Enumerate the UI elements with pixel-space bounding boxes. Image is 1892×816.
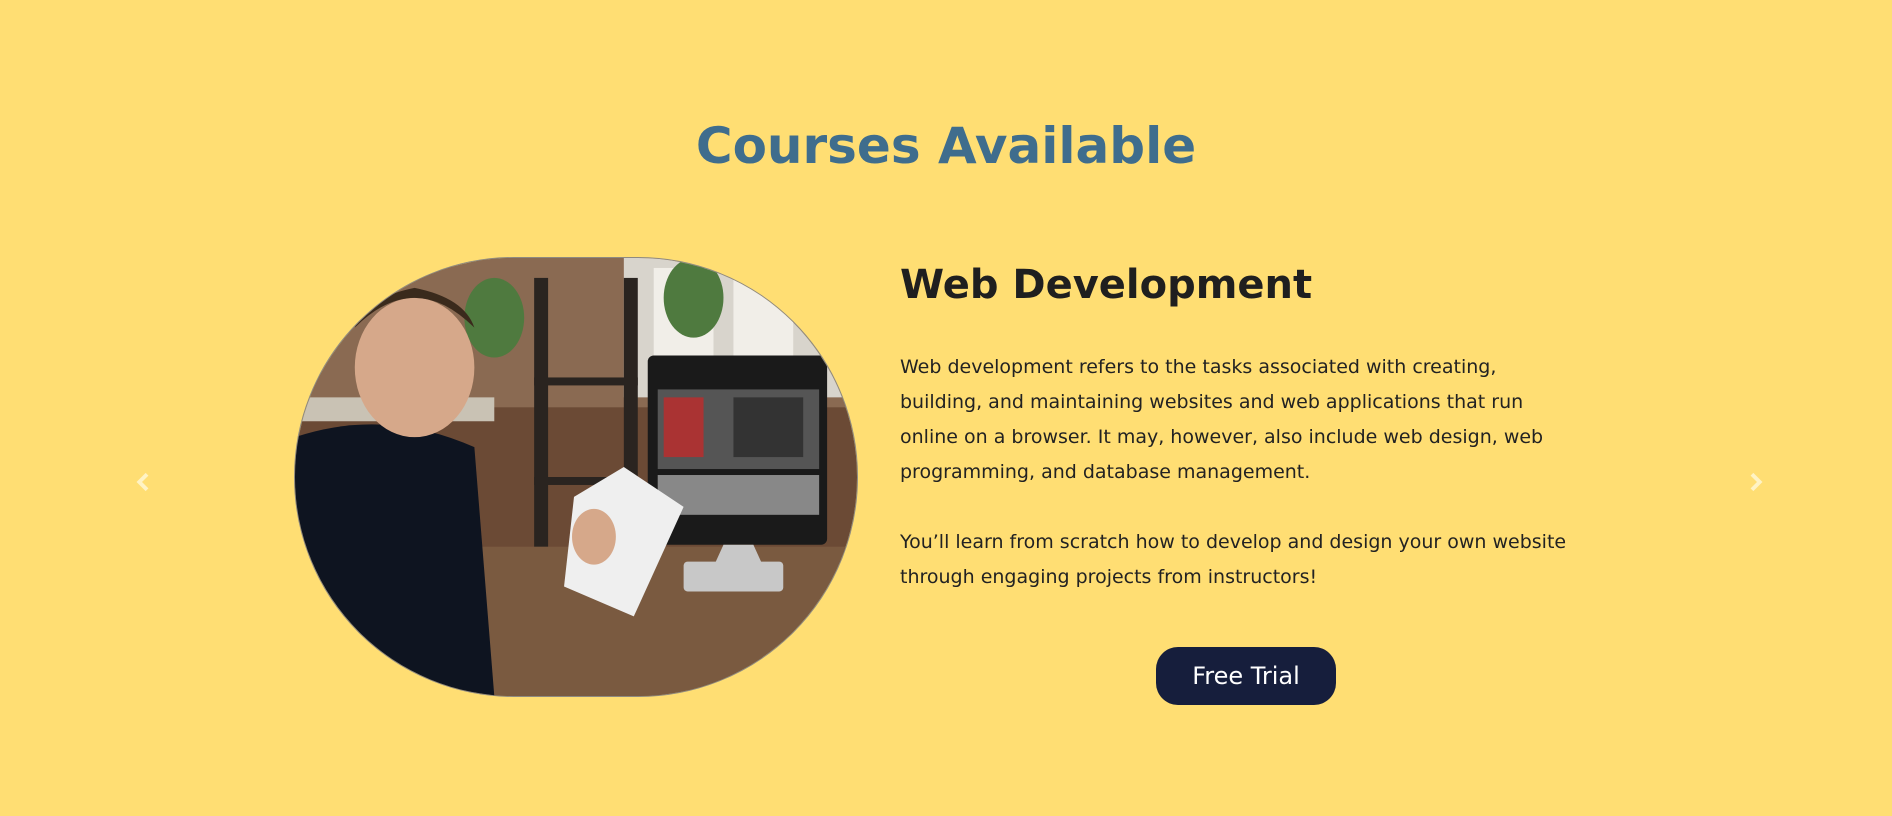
free-trial-button[interactable]: Free Trial xyxy=(1156,647,1336,705)
carousel-next-button[interactable] xyxy=(1735,460,1779,504)
course-info: Web Development Web development refers t… xyxy=(900,260,1580,595)
course-description-secondary: You’ll learn from scratch how to develop… xyxy=(900,531,1567,588)
chevron-right-icon xyxy=(1750,472,1763,492)
course-carousel: Web Development Web development refers t… xyxy=(0,240,1892,720)
course-image xyxy=(294,257,858,697)
section-title: Courses Available xyxy=(695,117,1197,175)
course-description: Web development refers to the tasks asso… xyxy=(900,356,1544,483)
carousel-prev-button[interactable] xyxy=(120,460,164,504)
course-title: Web Development xyxy=(900,262,1313,308)
chevron-left-icon xyxy=(136,472,149,492)
